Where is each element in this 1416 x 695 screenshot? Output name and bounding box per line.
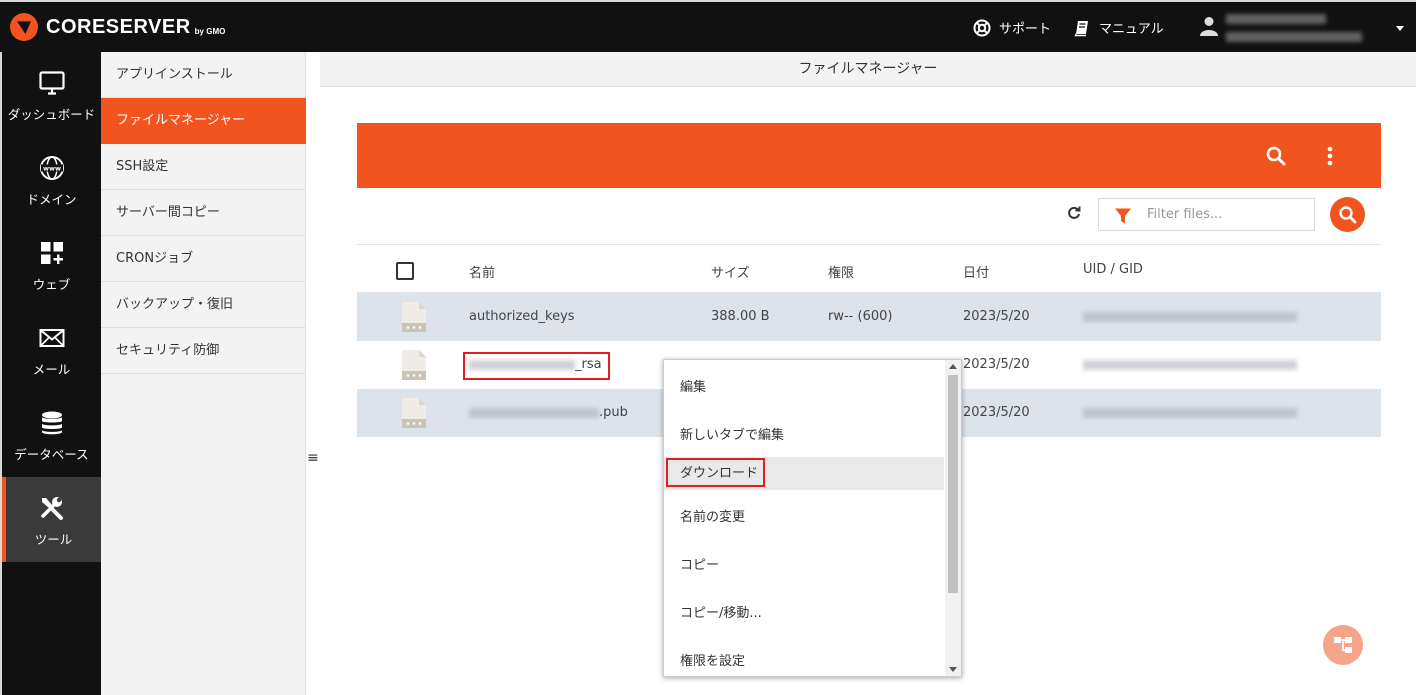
file-permission: rw-- (600) xyxy=(828,309,893,324)
collapse-sidebar-handle[interactable]: ≡ xyxy=(307,451,319,465)
database-icon xyxy=(42,411,62,435)
menu-item-copy-move[interactable]: コピー/移動... xyxy=(664,590,944,638)
user-icon xyxy=(1200,17,1218,36)
scrollbar-thumb[interactable] xyxy=(948,375,958,593)
menu-item-copy[interactable]: コピー xyxy=(664,542,944,590)
file-date: 2023/5/20 xyxy=(963,405,1030,420)
file-owner-redacted xyxy=(1083,405,1297,420)
support-label: サポート xyxy=(999,22,1052,37)
context-menu: 編集 新しいタブで編集 ダウンロード 名前の変更 コピー コピー/移動... 権… xyxy=(663,359,962,677)
search-icon xyxy=(1339,206,1357,224)
filter-files-input[interactable] xyxy=(1147,200,1307,229)
column-header-date[interactable]: 日付 xyxy=(963,262,989,281)
nav-tools[interactable]: ツール xyxy=(2,477,101,562)
svg-text:www: www xyxy=(43,165,61,173)
monitor-icon xyxy=(39,71,65,95)
search-button[interactable] xyxy=(1330,197,1365,232)
book-icon xyxy=(1073,19,1091,37)
brand-sub: by GMO xyxy=(194,26,226,36)
search-icon[interactable] xyxy=(1265,145,1287,167)
nav-label: データベース xyxy=(14,447,89,462)
user-menu[interactable] xyxy=(1198,14,1408,46)
nav-database[interactable]: データベース xyxy=(2,392,101,477)
filter-icon xyxy=(1115,208,1131,224)
nav-label: メール xyxy=(32,362,71,377)
page-title: ファイルマネージャー xyxy=(320,52,1416,87)
menu-item-set-permissions[interactable]: 権限を設定 xyxy=(664,638,944,676)
lifebuoy-icon xyxy=(973,19,991,37)
file-name[interactable]: .pub xyxy=(469,405,628,420)
coreserver-logo-icon xyxy=(10,13,38,41)
user-account-redacted xyxy=(1226,32,1362,42)
nav-mail[interactable]: メール xyxy=(2,307,101,392)
file-name-suffix: .pub xyxy=(599,405,628,420)
nav-domain[interactable]: www ドメイン xyxy=(2,137,101,222)
file-date: 2023/5/20 xyxy=(963,309,1030,324)
brand-name: CORESERVER xyxy=(46,15,191,38)
file-name[interactable]: authorized_keys xyxy=(469,309,575,324)
select-all-checkbox[interactable] xyxy=(396,262,414,280)
submenu-server-copy[interactable]: サーバー間コピー xyxy=(101,190,306,236)
menu-item-edit-new-tab[interactable]: 新しいタブで編集 xyxy=(664,412,944,460)
menu-item-edit[interactable]: 編集 xyxy=(664,364,944,412)
file-manager-toolbar xyxy=(357,123,1381,188)
nav-label: ウェブ xyxy=(32,277,71,292)
submenu-ssh-settings[interactable]: SSH設定 xyxy=(101,144,306,190)
coreserver-logo[interactable]: CORESERVER by GMO xyxy=(10,12,225,42)
main-content: ファイルマネージャー 名前 サイズ 権限 日付 UID / GID author… xyxy=(320,52,1416,695)
file-date: 2023/5/20 xyxy=(963,357,1030,372)
menu-item-rename[interactable]: 名前の変更 xyxy=(664,494,944,542)
filter-box xyxy=(1098,198,1315,231)
manual-link[interactable]: マニュアル xyxy=(1073,18,1164,37)
table-row[interactable]: authorized_keys 388.00 B rw-- (600) 2023… xyxy=(357,293,1381,341)
submenu-cron-jobs[interactable]: CRONジョブ xyxy=(101,236,306,282)
grid-plus-icon xyxy=(41,242,63,264)
nav-label: ドメイン xyxy=(26,192,77,207)
file-owner-redacted xyxy=(1083,357,1297,372)
highlight-box-download xyxy=(666,458,765,487)
chevron-down-icon xyxy=(1396,26,1404,31)
column-header-permission[interactable]: 権限 xyxy=(828,262,854,281)
submenu-app-install[interactable]: アプリインストール xyxy=(101,52,306,98)
file-icon xyxy=(402,302,426,332)
more-vertical-icon[interactable] xyxy=(1324,145,1336,167)
file-size: 388.00 B xyxy=(711,309,770,324)
scroll-up-arrow-icon[interactable] xyxy=(949,364,957,369)
nav-label: ダッシュボード xyxy=(7,107,96,122)
submenu-security[interactable]: セキュリティ防御 xyxy=(101,328,306,374)
column-header-uid-gid[interactable]: UID / GID xyxy=(1083,262,1143,277)
main-nav: ダッシュボード www ドメイン ウェブ メール データベース ツール xyxy=(0,52,101,695)
refresh-icon[interactable] xyxy=(1066,205,1082,221)
tools-submenu: アプリインストール ファイルマネージャー SSH設定 サーバー間コピー CRON… xyxy=(101,52,306,695)
file-icon xyxy=(402,350,426,380)
highlight-box-filename xyxy=(463,352,610,380)
manual-label: マニュアル xyxy=(1099,22,1164,37)
tools-icon xyxy=(41,497,63,520)
file-icon xyxy=(402,398,426,428)
nav-web[interactable]: ウェブ xyxy=(2,222,101,307)
nav-label: ツール xyxy=(34,532,73,547)
column-header-size[interactable]: サイズ xyxy=(711,262,750,281)
user-name-redacted xyxy=(1226,14,1326,24)
nav-dashboard[interactable]: ダッシュボード xyxy=(2,52,101,137)
top-bar: CORESERVER by GMO サポート マニュアル xyxy=(0,0,1416,52)
scroll-down-arrow-icon[interactable] xyxy=(949,667,957,672)
submenu-file-manager[interactable]: ファイルマネージャー xyxy=(101,98,306,144)
table-header: 名前 サイズ 権限 日付 UID / GID xyxy=(357,244,1381,293)
envelope-icon xyxy=(39,329,65,347)
sitemap-icon xyxy=(1334,637,1352,653)
context-menu-scrollbar[interactable] xyxy=(945,360,961,676)
submenu-backup-restore[interactable]: バックアップ・復旧 xyxy=(101,282,306,328)
tree-view-button[interactable] xyxy=(1323,625,1363,665)
file-owner-redacted xyxy=(1083,309,1297,324)
globe-www-icon: www xyxy=(40,156,64,180)
support-link[interactable]: サポート xyxy=(973,18,1051,37)
column-header-name[interactable]: 名前 xyxy=(469,262,495,281)
